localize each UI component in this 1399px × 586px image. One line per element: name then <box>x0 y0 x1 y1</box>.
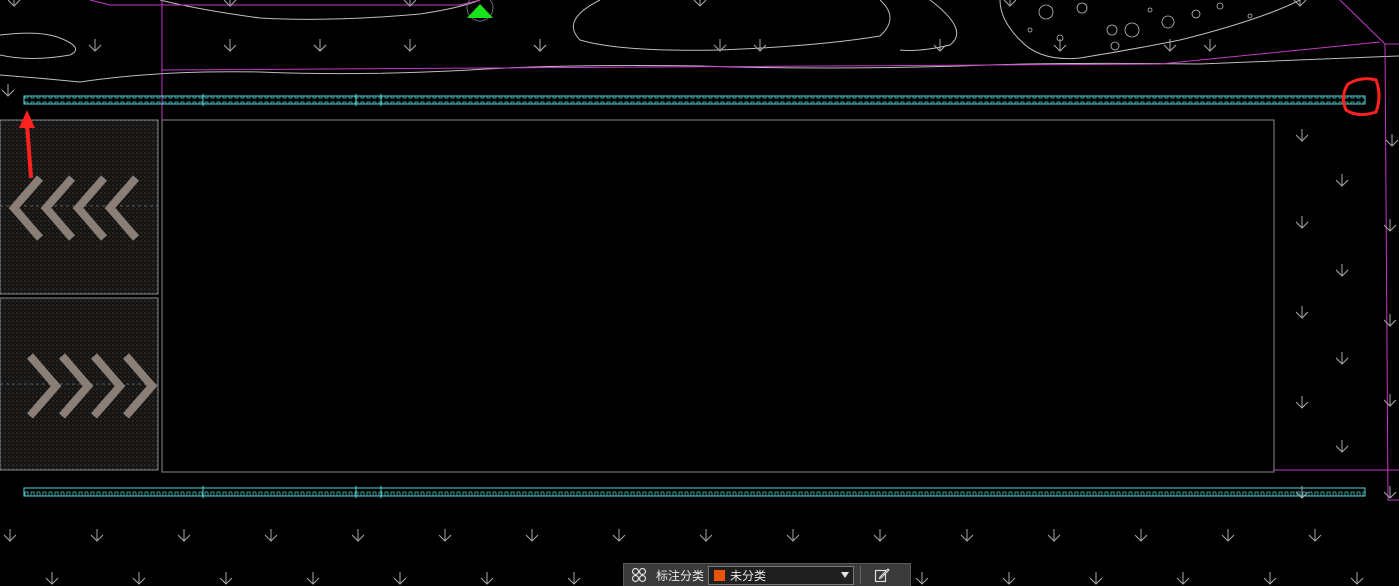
toolbar-divider <box>860 566 862 584</box>
annotation-category-label: 标注分类 <box>656 568 705 583</box>
gravel-texture <box>1027 2 1253 51</box>
selected-category-text: 未分类 <box>730 568 767 583</box>
cad-drawing-canvas[interactable] <box>0 0 1399 586</box>
chevron-down-icon <box>841 571 850 578</box>
four-circles-icon[interactable] <box>624 564 654 586</box>
top-rail[interactable] <box>23 95 1366 105</box>
main-area-rect[interactable] <box>161 119 1275 473</box>
category-select[interactable]: 未分类 <box>708 565 855 585</box>
bottom-rail[interactable] <box>23 487 1366 497</box>
annotation-toolbar: 标注分类 未分类 <box>623 563 911 586</box>
edit-icon[interactable] <box>867 564 897 586</box>
category-color-swatch <box>713 568 727 582</box>
